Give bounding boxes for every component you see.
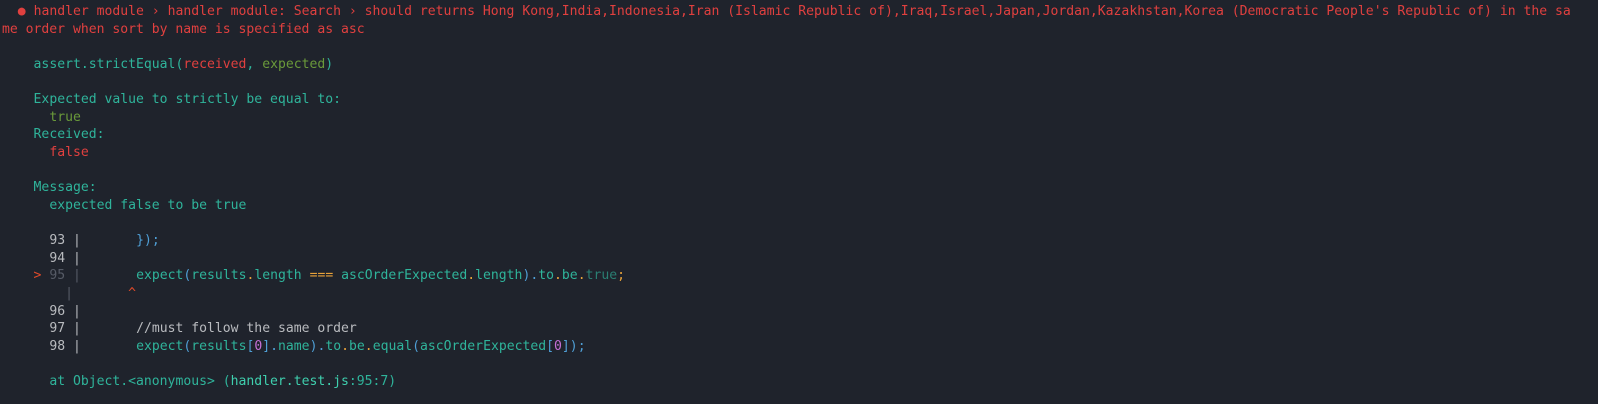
code-line-93: 93 | });	[2, 232, 160, 250]
assert-comma: ,	[246, 57, 263, 72]
code-line-94: 94 |	[2, 250, 81, 268]
line-number: 94	[49, 251, 66, 266]
stack-file-link[interactable]: handler.test.js	[231, 374, 349, 389]
error-column-caret: ^	[128, 286, 137, 301]
assert-suffix: )	[325, 57, 334, 72]
received-label: Received:	[33, 127, 105, 142]
code-token: });	[136, 233, 160, 248]
gutter-separator: |	[72, 321, 81, 336]
gutter-separator: |	[73, 268, 81, 283]
failure-title-line1: handler module › handler module: Search …	[33, 4, 1571, 19]
gutter-separator: |	[72, 251, 81, 266]
stack-trace-line: at Object.<anonymous> (handler.test.js:9…	[2, 373, 396, 391]
line-number: 95	[49, 268, 66, 283]
line-number: 97	[49, 321, 66, 336]
gutter-separator: |	[72, 233, 81, 248]
assert-prefix: assert.strictEqual(	[33, 57, 184, 72]
assert-call: assert.strictEqual(received, expected)	[2, 56, 334, 74]
failure-bullet-icon: ●	[17, 4, 26, 19]
gutter-separator: |	[72, 304, 81, 319]
received-value: false	[49, 145, 89, 160]
assert-received-arg: received	[183, 57, 247, 72]
code-caret-line: | ^	[2, 285, 136, 303]
line-number: 98	[49, 339, 66, 354]
code-comment: //must follow the same order	[136, 321, 357, 336]
code-line-97: 97 | //must follow the same order	[2, 320, 357, 338]
gutter-separator: |	[65, 286, 73, 301]
stack-at-text: at Object.<anonymous> (	[49, 374, 231, 389]
code-line-95: > 95 | expect(results.length === ascOrde…	[33, 268, 626, 283]
expected-label: Expected value to strictly be equal to:	[33, 92, 341, 107]
gutter-separator: |	[72, 339, 81, 354]
line-number: 93	[49, 233, 66, 248]
stack-close-paren: )	[388, 374, 397, 389]
stack-location: :95:7	[348, 374, 389, 389]
code-line-98: 98 | expect(results[0].name).to.be.equal…	[49, 339, 586, 354]
line-number: 96	[49, 304, 66, 319]
message-label: Message:	[33, 180, 97, 195]
error-line-pointer: >	[33, 268, 42, 283]
assert-expected-arg: expected	[262, 57, 326, 72]
message-text: expected false to be true	[49, 198, 247, 213]
code-line-96: 96 |	[2, 303, 81, 321]
test-failure-title: ● handler module › handler module: Searc…	[2, 3, 1571, 21]
expected-value: true	[49, 110, 81, 125]
failure-title-line2: me order when sort by name is specified …	[2, 22, 365, 37]
